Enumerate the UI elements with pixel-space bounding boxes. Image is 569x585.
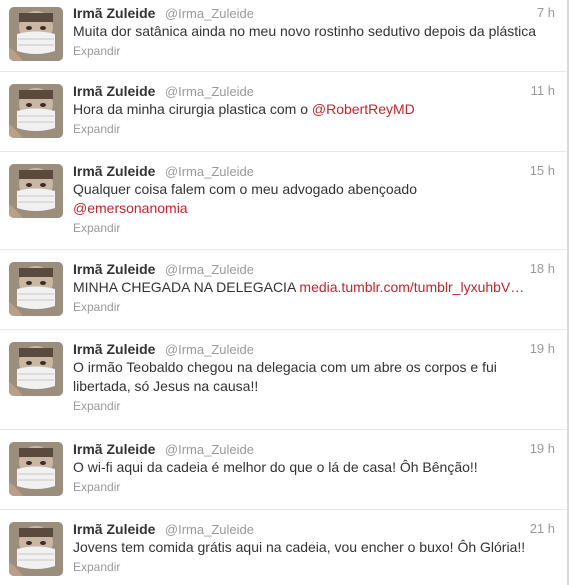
tweet-item[interactable]: Irmã Zuleide @Irma_Zuleide 15 h Qualquer…: [0, 152, 569, 250]
tweet-item[interactable]: Irmã Zuleide @Irma_Zuleide 11 h Hora da …: [0, 72, 569, 152]
tweet-timeline: Irmã Zuleide @Irma_Zuleide 7 h Muita dor…: [0, 0, 569, 585]
avatar[interactable]: [9, 7, 63, 61]
tweet-timestamp[interactable]: 19 h: [530, 340, 555, 358]
tweet-item[interactable]: Irmã Zuleide @Irma_Zuleide 19 h O irmão …: [0, 330, 569, 430]
tweet-item[interactable]: Irmã Zuleide @Irma_Zuleide 21 h Jovens t…: [0, 510, 569, 585]
tweet-timestamp[interactable]: 7 h: [537, 4, 555, 22]
tweet-text: Hora da minha cirurgia plastica com o @R…: [73, 100, 555, 119]
tweet-timestamp[interactable]: 15 h: [530, 162, 555, 180]
tweet-author-handle[interactable]: @Irma_Zuleide: [165, 442, 254, 457]
masked-face-avatar-icon: [9, 84, 63, 138]
tweet-author-handle[interactable]: @Irma_Zuleide: [165, 262, 254, 277]
tweet-text: Jovens tem comida grátis aqui na cadeia,…: [73, 538, 555, 557]
tweet-author-handle[interactable]: @Irma_Zuleide: [165, 84, 254, 99]
tweet-text: Qualquer coisa falem com o meu advogado …: [73, 180, 555, 218]
tweet-body: O irmão Teobaldo chegou na delegacia com…: [73, 359, 497, 375]
tweet-author-name[interactable]: Irmã Zuleide: [73, 261, 155, 277]
mention-link[interactable]: @RobertReyMD: [312, 101, 415, 117]
avatar[interactable]: [9, 262, 63, 316]
tweet-author-handle[interactable]: @Irma_Zuleide: [165, 342, 254, 357]
expand-link[interactable]: Expandir: [73, 560, 555, 575]
tweet-header: Irmã Zuleide @Irma_Zuleide 11 h: [73, 82, 555, 100]
avatar[interactable]: [9, 164, 63, 218]
tweet-body-line2: libertada, só Jesus na causa!!: [73, 378, 259, 394]
tweet-body: Hora da minha cirurgia plastica com o: [73, 101, 312, 117]
tweet-author-name[interactable]: Irmã Zuleide: [73, 341, 155, 357]
tweet-item[interactable]: Irmã Zuleide @Irma_Zuleide 19 h O wi-fi …: [0, 430, 569, 510]
tweet-header: Irmã Zuleide @Irma_Zuleide 19 h: [73, 440, 555, 458]
avatar[interactable]: [9, 442, 63, 496]
tweet-body: Muita dor satânica ainda no meu novo ros…: [73, 23, 537, 39]
media-link[interactable]: media.tumblr.com/tumblr_lyxuhbV…: [299, 279, 524, 295]
tweet-author-name[interactable]: Irmã Zuleide: [73, 521, 155, 537]
expand-link[interactable]: Expandir: [73, 300, 555, 315]
masked-face-avatar-icon: [9, 7, 63, 61]
avatar[interactable]: [9, 342, 63, 396]
tweet-header: Irmã Zuleide @Irma_Zuleide 7 h: [73, 4, 555, 22]
tweet-author-name[interactable]: Irmã Zuleide: [73, 5, 155, 21]
tweet-item[interactable]: Irmã Zuleide @Irma_Zuleide 18 h MINHA CH…: [0, 250, 569, 330]
tweet-timestamp[interactable]: 18 h: [530, 260, 555, 278]
masked-face-avatar-icon: [9, 164, 63, 218]
tweet-header: Irmã Zuleide @Irma_Zuleide 19 h: [73, 340, 555, 358]
tweet-text: O wi-fi aqui da cadeia é melhor do que o…: [73, 458, 555, 477]
avatar[interactable]: [9, 522, 63, 576]
expand-link[interactable]: Expandir: [73, 44, 555, 59]
expand-link[interactable]: Expandir: [73, 221, 555, 236]
tweet-timestamp[interactable]: 19 h: [530, 440, 555, 458]
masked-face-avatar-icon: [9, 442, 63, 496]
masked-face-avatar-icon: [9, 522, 63, 576]
masked-face-avatar-icon: [9, 262, 63, 316]
mention-link[interactable]: @emersonanomia: [73, 200, 188, 216]
tweet-text: MINHA CHEGADA NA DELEGACIA media.tumblr.…: [73, 278, 555, 297]
expand-link[interactable]: Expandir: [73, 122, 555, 137]
expand-link[interactable]: Expandir: [73, 480, 555, 495]
tweet-body: O wi-fi aqui da cadeia é melhor do que o…: [73, 459, 478, 475]
tweet-item[interactable]: Irmã Zuleide @Irma_Zuleide 7 h Muita dor…: [0, 0, 569, 72]
tweet-body: Jovens tem comida grátis aqui na cadeia,…: [73, 539, 526, 555]
tweet-author-name[interactable]: Irmã Zuleide: [73, 163, 155, 179]
tweet-header: Irmã Zuleide @Irma_Zuleide 21 h: [73, 520, 555, 538]
tweet-timestamp[interactable]: 11 h: [531, 82, 555, 100]
masked-face-avatar-icon: [9, 342, 63, 396]
expand-link[interactable]: Expandir: [73, 399, 555, 414]
tweet-author-handle[interactable]: @Irma_Zuleide: [165, 522, 254, 537]
tweet-body: MINHA CHEGADA NA DELEGACIA: [73, 279, 300, 295]
tweet-author-handle[interactable]: @Irma_Zuleide: [165, 6, 254, 21]
tweet-header: Irmã Zuleide @Irma_Zuleide 15 h: [73, 162, 555, 180]
tweet-author-handle[interactable]: @Irma_Zuleide: [165, 164, 254, 179]
tweet-body: Qualquer coisa falem com o meu advogado …: [73, 181, 417, 197]
tweet-author-name[interactable]: Irmã Zuleide: [73, 441, 155, 457]
tweet-header: Irmã Zuleide @Irma_Zuleide 18 h: [73, 260, 555, 278]
avatar[interactable]: [9, 84, 63, 138]
tweet-author-name[interactable]: Irmã Zuleide: [73, 83, 155, 99]
tweet-text: Muita dor satânica ainda no meu novo ros…: [73, 22, 555, 41]
tweet-timestamp[interactable]: 21 h: [530, 520, 555, 538]
tweet-text: O irmão Teobaldo chegou na delegacia com…: [73, 358, 555, 396]
